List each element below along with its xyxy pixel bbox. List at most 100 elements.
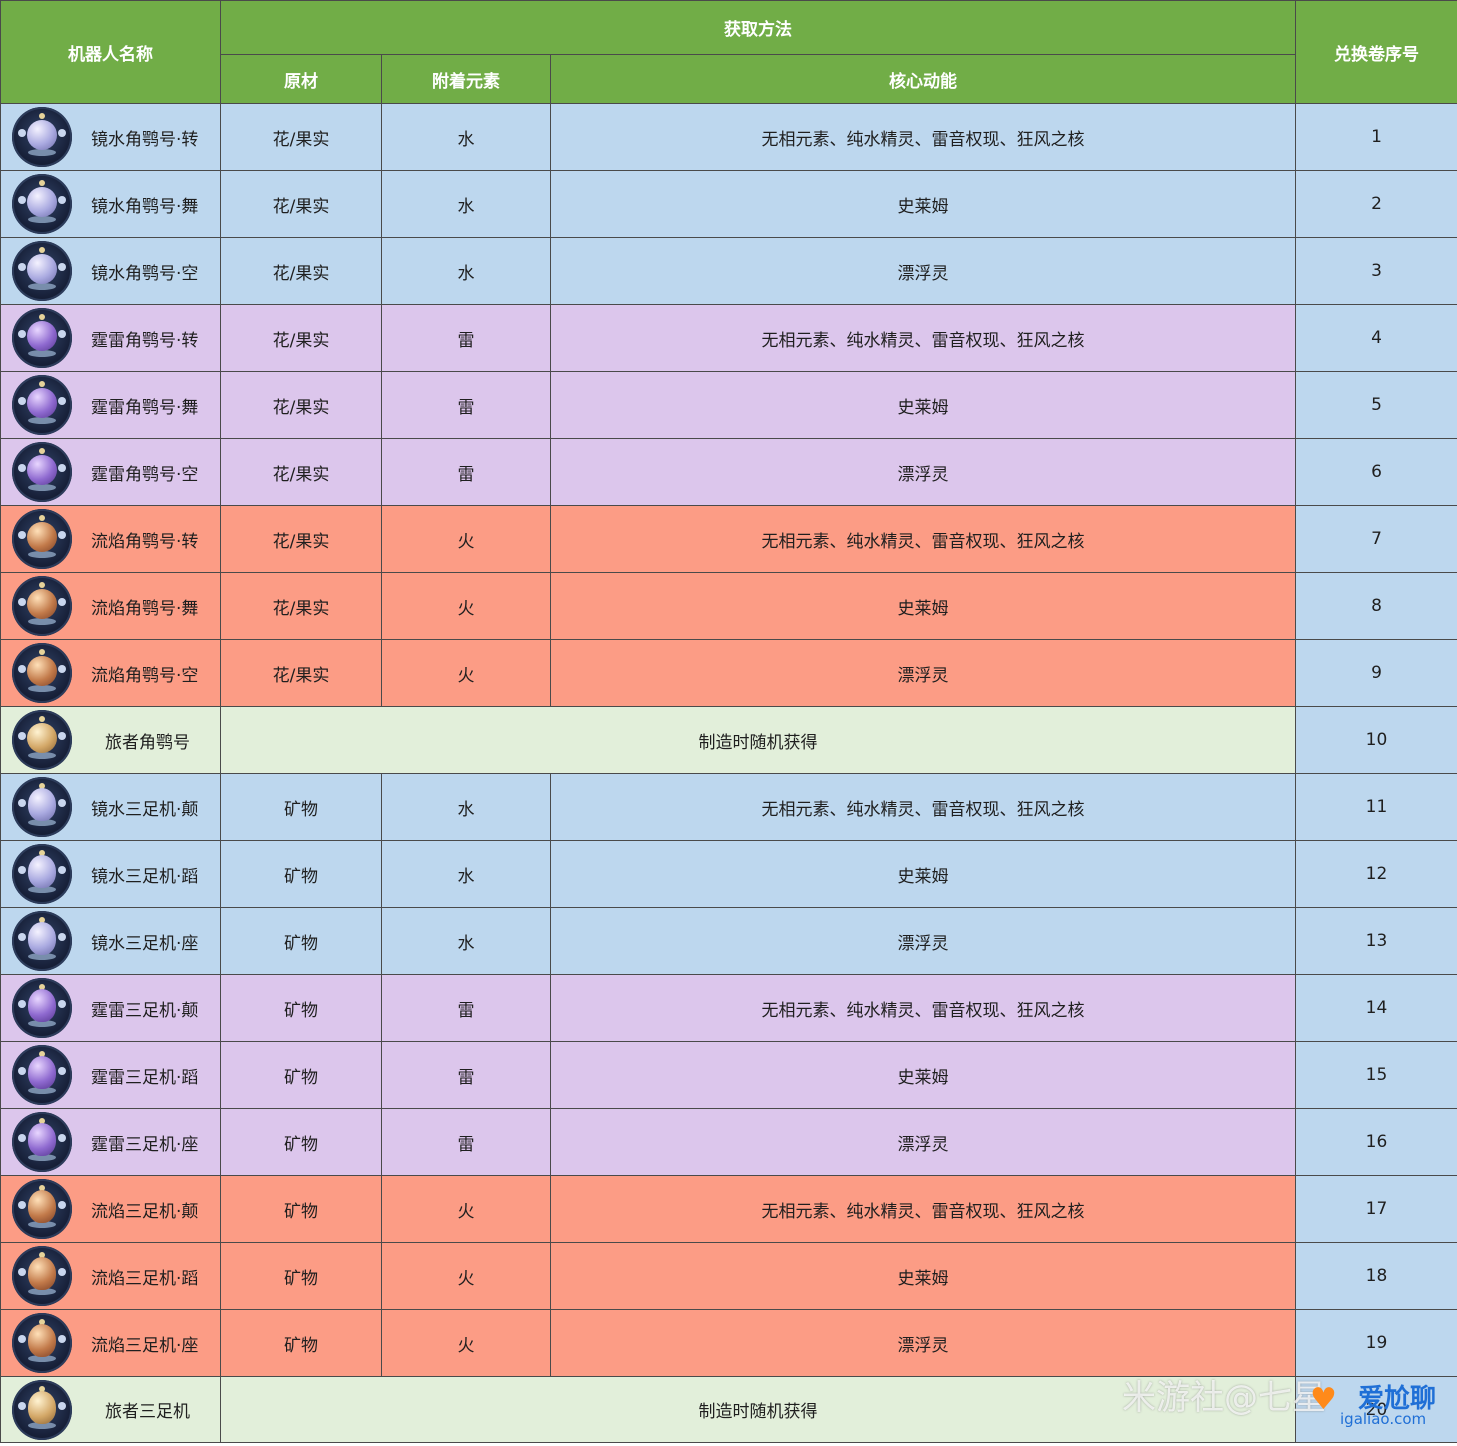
robot-antenna-icon	[39, 716, 45, 722]
robot-base-icon	[28, 350, 56, 357]
core-cell: 无相元素、纯水精灵、雷音权现、狂风之核	[550, 1175, 1296, 1243]
robot-body-icon	[28, 788, 56, 821]
table-row: 旅者角鹗号 制造时随机获得 10	[0, 706, 1457, 774]
exchange-no-cell: 18	[1295, 1242, 1457, 1310]
material-cell: 矿物	[220, 1041, 382, 1109]
robot-body-icon	[28, 1123, 56, 1156]
material-cell: 矿物	[220, 1175, 382, 1243]
material-cell: 花/果实	[220, 572, 382, 640]
core-cell: 史莱姆	[550, 1242, 1296, 1310]
robot-name: 旅者角鹗号	[105, 732, 190, 753]
robot-avatar-icon	[12, 777, 72, 837]
robot-body-icon	[28, 1390, 56, 1424]
robot-arm-icon	[18, 866, 26, 874]
material-cell: 花/果实	[220, 304, 382, 372]
robot-base-icon	[28, 551, 56, 558]
exchange-no-cell: 16	[1295, 1108, 1457, 1176]
robot-name: 旅者三足机	[105, 1402, 190, 1422]
robot-avatar-icon	[12, 1246, 72, 1306]
robot-avatar-icon	[12, 643, 72, 703]
core-cell: 漂浮灵	[550, 639, 1296, 707]
robot-antenna-icon	[39, 314, 45, 320]
robot-avatar-icon	[12, 174, 72, 234]
robot-avatar-icon	[12, 978, 72, 1038]
exchange-no-cell: 9	[1295, 639, 1457, 707]
robot-name: 镜水角鹗号·空	[91, 263, 199, 284]
core-cell: 无相元素、纯水精灵、雷音权现、狂风之核	[550, 505, 1296, 573]
robot-antenna-icon	[39, 113, 45, 119]
robot-arm-icon	[58, 464, 66, 472]
exchange-no-cell: 14	[1295, 974, 1457, 1042]
robot-avatar-icon	[12, 375, 72, 435]
core-cell: 史莱姆	[550, 170, 1296, 238]
robot-arm-icon	[58, 129, 66, 137]
robot-body-icon	[27, 388, 57, 418]
robot-name-cell: 流焰三足机·蹈	[0, 1242, 221, 1310]
material-cell: 矿物	[220, 1242, 382, 1310]
robot-arm-icon	[58, 1268, 66, 1276]
element-cell: 火	[381, 505, 551, 573]
robot-arm-icon	[58, 1000, 66, 1008]
robot-arm-icon	[58, 531, 66, 539]
robot-name: 霆雷三足机·蹈	[91, 1067, 199, 1088]
robot-arm-icon	[18, 330, 26, 338]
header-material: 原材	[220, 54, 382, 104]
core-cell: 无相元素、纯水精灵、雷音权现、狂风之核	[550, 773, 1296, 841]
element-cell: 雷	[381, 304, 551, 372]
robot-avatar-icon	[12, 107, 72, 167]
robot-body-icon	[27, 723, 57, 753]
table-row: 镜水三足机·颠 矿物水无相元素、纯水精灵、雷音权现、狂风之核 11	[0, 773, 1457, 841]
robot-arm-icon	[58, 665, 66, 673]
robot-base-icon	[28, 685, 56, 692]
robot-name-cell: 流焰角鹗号·舞	[0, 572, 221, 640]
robot-name: 流焰三足机·颠	[91, 1201, 199, 1222]
robot-name-cell: 流焰三足机·颠	[0, 1175, 221, 1243]
element-cell: 火	[381, 572, 551, 640]
robot-base-icon	[28, 752, 56, 759]
core-cell: 漂浮灵	[550, 237, 1296, 305]
element-cell: 火	[381, 1242, 551, 1310]
core-cell: 史莱姆	[550, 1041, 1296, 1109]
robot-body-icon	[28, 1257, 56, 1290]
robot-name: 镜水三足机·颠	[91, 799, 199, 820]
robot-arm-icon	[58, 1335, 66, 1343]
robot-arm-icon	[18, 1134, 26, 1142]
exchange-no-cell: 6	[1295, 438, 1457, 506]
material-cell: 矿物	[220, 773, 382, 841]
table-row: 霆雷三足机·蹈 矿物雷史莱姆 15	[0, 1041, 1457, 1109]
table-row: 流焰三足机·蹈 矿物火史莱姆 18	[0, 1242, 1457, 1310]
robot-base-icon	[28, 216, 56, 223]
robot-antenna-icon	[39, 180, 45, 186]
header-core: 核心动能	[550, 54, 1296, 104]
robot-avatar-icon	[12, 1179, 72, 1239]
robot-arm-icon	[58, 598, 66, 606]
robot-name: 流焰三足机·座	[91, 1335, 199, 1356]
core-cell: 漂浮灵	[550, 1108, 1296, 1176]
robot-arm-icon	[58, 866, 66, 874]
robot-body-icon	[27, 120, 57, 150]
robot-avatar-icon	[12, 1045, 72, 1105]
robot-avatar-icon	[12, 911, 72, 971]
robot-name: 镜水三足机·座	[91, 933, 199, 954]
robot-arm-icon	[18, 598, 26, 606]
robot-name: 镜水角鹗号·舞	[91, 196, 199, 217]
robot-name: 霆雷角鹗号·转	[91, 330, 199, 351]
exchange-no-cell: 19	[1295, 1309, 1457, 1377]
robot-body-icon	[28, 989, 56, 1022]
robot-body-icon	[27, 254, 57, 284]
robot-body-icon	[28, 1056, 56, 1089]
core-cell: 漂浮灵	[550, 907, 1296, 975]
material-cell: 花/果实	[220, 237, 382, 305]
robot-name: 霆雷三足机·座	[91, 1134, 199, 1155]
robot-body-icon	[28, 855, 56, 888]
exchange-no-cell: 3	[1295, 237, 1457, 305]
exchange-no-cell: 13	[1295, 907, 1457, 975]
table-row: 镜水角鹗号·空 花/果实水漂浮灵 3	[0, 237, 1457, 305]
robot-base-icon	[28, 149, 56, 156]
robot-arm-icon	[18, 1335, 26, 1343]
robot-antenna-icon	[39, 582, 45, 588]
element-cell: 雷	[381, 1108, 551, 1176]
robot-name-cell: 霆雷角鹗号·空	[0, 438, 221, 506]
table-row: 霆雷三足机·座 矿物雷漂浮灵 16	[0, 1108, 1457, 1176]
robot-name: 镜水三足机·蹈	[91, 866, 199, 887]
